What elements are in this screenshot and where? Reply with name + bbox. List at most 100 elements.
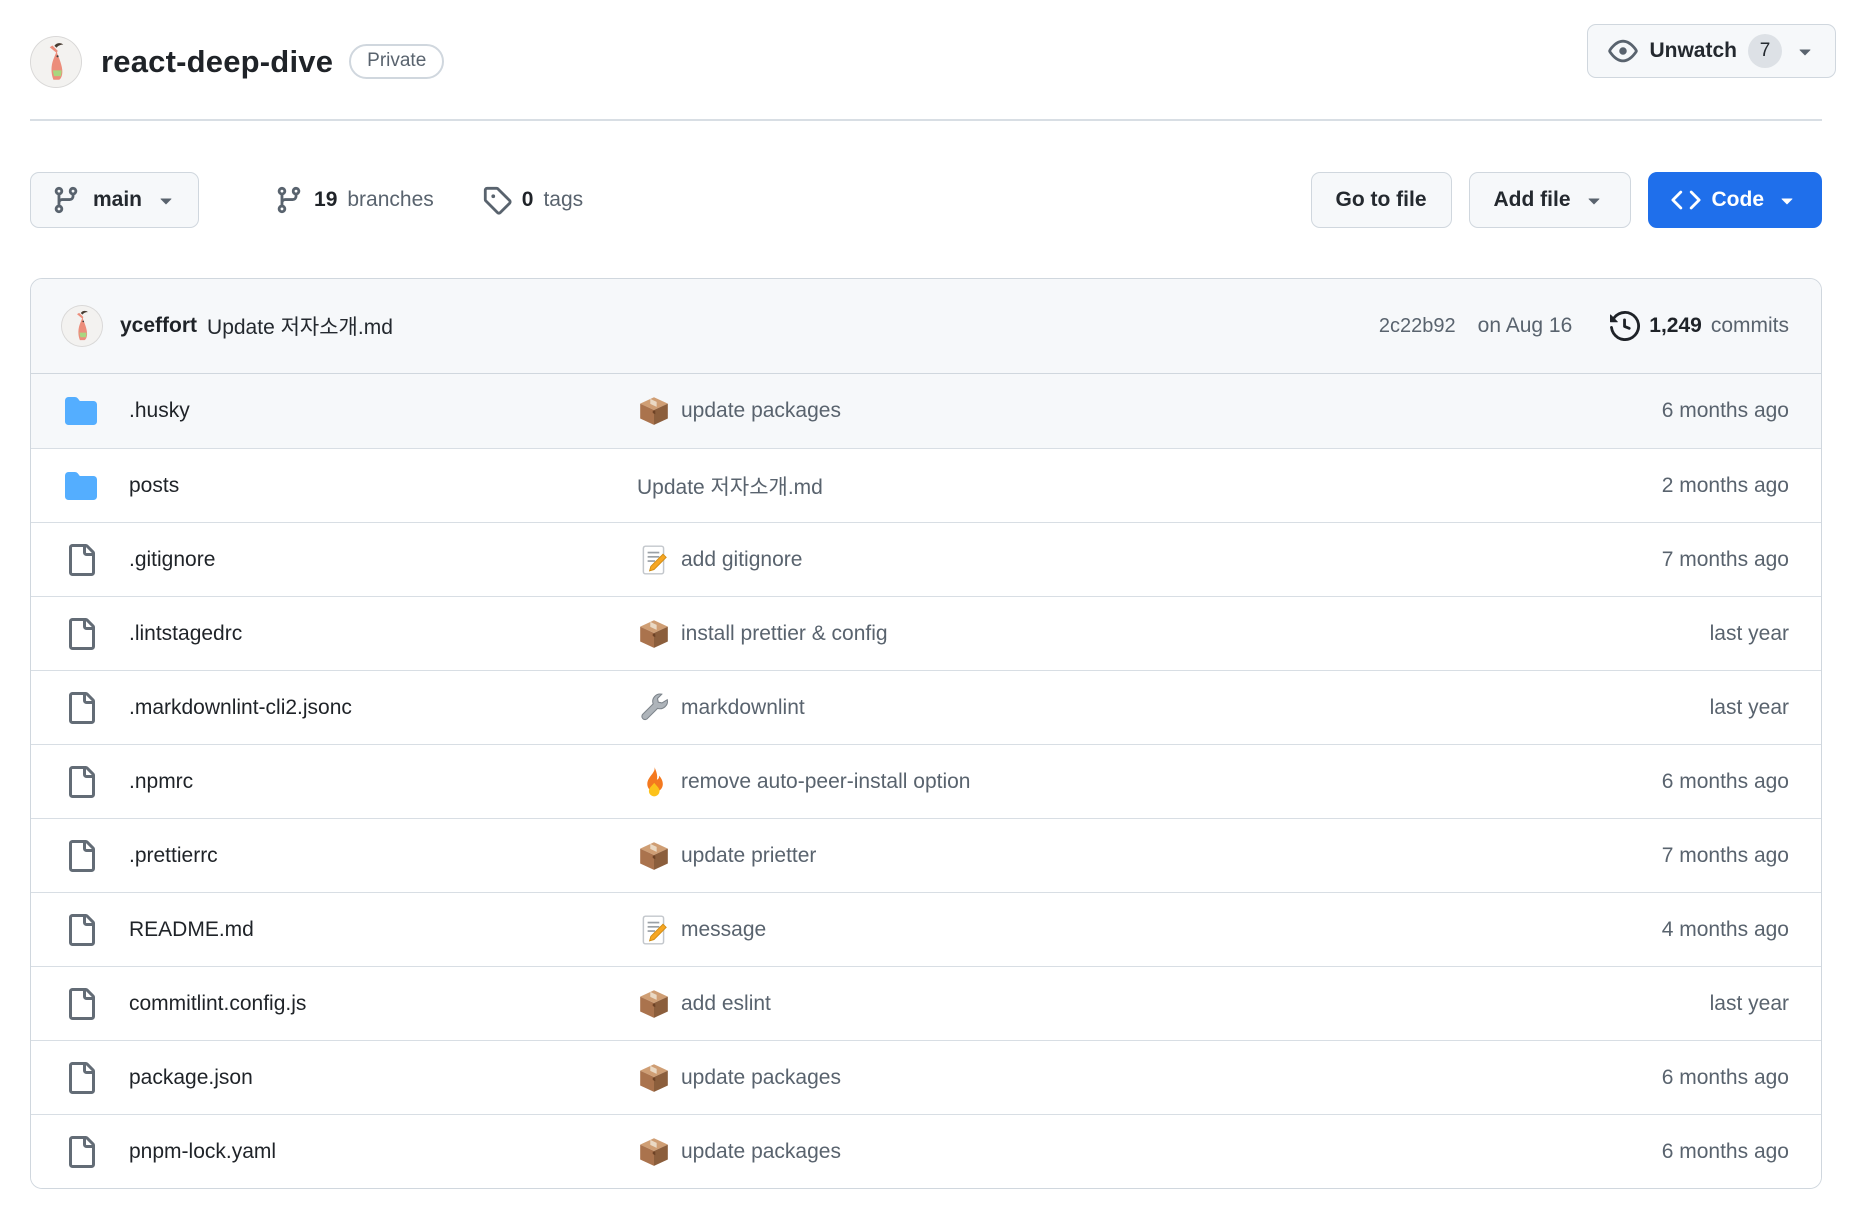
latest-commit-meta: 2c22b92 on Aug 16 1,249 commits [1379,311,1789,341]
latest-commit-message[interactable]: Update 저자소개.md [207,311,393,341]
unwatch-button[interactable]: Unwatch 7 [1587,24,1836,78]
commits-count: 1,249 [1649,314,1702,338]
branch-selector-button[interactable]: main [30,172,199,228]
branches-count: 19 [314,188,337,212]
package-emoji-icon [637,987,671,1021]
file-row[interactable]: .husky update packages 6 months ago [31,374,1821,448]
commit-message-link[interactable]: install prettier & config [681,622,888,646]
add-file-button[interactable]: Add file [1469,172,1631,228]
chevron-down-icon [1582,188,1606,212]
watch-count-badge: 7 [1748,34,1782,68]
package-emoji-icon [637,1061,671,1095]
file-name-cell: .husky [65,395,637,427]
file-name-link[interactable]: .lintstagedrc [129,622,242,646]
commit-age: last year [1527,992,1789,1016]
file-row[interactable]: pnpm-lock.yaml update packages 6 months … [31,1114,1821,1188]
file-name-link[interactable]: .npmrc [129,770,193,794]
latest-commit-bar: yceffort Update 저자소개.md 2c22b92 on Aug 1… [31,279,1821,374]
commit-message-link[interactable]: message [681,918,766,942]
file-table: yceffort Update 저자소개.md 2c22b92 on Aug 1… [30,278,1822,1189]
file-name-link[interactable]: commitlint.config.js [129,992,306,1016]
code-label: Code [1712,188,1765,212]
commit-message-cell: remove auto-peer-install option [637,765,1527,799]
commit-date: on Aug 16 [1478,314,1573,338]
file-icon [65,692,97,724]
commit-message-cell: message [637,913,1527,947]
commit-message-link[interactable]: markdownlint [681,696,805,720]
file-name-link[interactable]: package.json [129,1066,253,1090]
file-name-cell: .markdownlint-cli2.jsonc [65,692,637,724]
folder-icon [65,395,97,427]
file-row[interactable]: .npmrc remove auto-peer-install option 6… [31,744,1821,818]
chevron-down-icon[interactable] [1793,39,1817,63]
tags-count: 0 [522,188,534,212]
commit-age: 7 months ago [1527,548,1789,572]
file-name-cell: README.md [65,914,637,946]
commit-message-cell: install prettier & config [637,617,1527,651]
file-icon [65,618,97,650]
commit-age: 6 months ago [1527,1066,1789,1090]
file-icon [65,988,97,1020]
file-icon [65,914,97,946]
commit-history-link[interactable]: 1,249 commits [1610,311,1789,341]
commit-author-name[interactable]: yceffort [120,314,197,338]
commit-message-cell: update packages [637,1135,1527,1169]
file-row[interactable]: .lintstagedrc install prettier & config … [31,596,1821,670]
branches-label: branches [347,188,433,212]
file-name-link[interactable]: pnpm-lock.yaml [129,1140,276,1164]
repo-header: react-deep-dive Private Unwatch 7 [30,0,1822,121]
file-icon [65,766,97,798]
commit-message-cell: add gitignore [637,543,1527,577]
current-branch-label: main [93,188,142,212]
commit-age: 6 months ago [1527,770,1789,794]
file-name-cell: commitlint.config.js [65,988,637,1020]
file-row[interactable]: posts Update 저자소개.md 2 months ago [31,448,1821,522]
chevron-down-icon [154,188,178,212]
commit-message-cell: Update 저자소개.md [637,471,1527,501]
file-name-link[interactable]: posts [129,474,179,498]
repo-toolbar: main 19 branches 0 tags Go to file Add f… [30,172,1822,228]
code-button[interactable]: Code [1648,172,1823,228]
file-row[interactable]: .gitignore add gitignore 7 months ago [31,522,1821,596]
go-to-file-button[interactable]: Go to file [1311,172,1452,228]
commit-message-link[interactable]: add gitignore [681,548,802,572]
commit-age: last year [1527,622,1789,646]
file-row[interactable]: README.md message 4 months ago [31,892,1821,966]
commit-message-link[interactable]: update packages [681,1066,841,1090]
file-row[interactable]: commitlint.config.js add eslint last yea… [31,966,1821,1040]
eye-icon [1608,36,1638,66]
file-name-link[interactable]: .husky [129,399,190,423]
commit-message-cell: update packages [637,1061,1527,1095]
repo-page: react-deep-dive Private Unwatch 7 main 1… [30,0,1822,1189]
add-file-label: Add file [1494,188,1571,212]
commit-message-link[interactable]: update packages [681,399,841,423]
commit-age: 6 months ago [1527,1140,1789,1164]
file-name-link[interactable]: README.md [129,918,254,942]
file-icon [65,840,97,872]
commit-message-link[interactable]: update prietter [681,844,816,868]
file-name-link[interactable]: .prettierrc [129,844,218,868]
file-row[interactable]: .markdownlint-cli2.jsonc markdownlint la… [31,670,1821,744]
file-row[interactable]: package.json update packages 6 months ag… [31,1040,1821,1114]
commit-author-avatar[interactable] [61,305,103,347]
commit-message-link[interactable]: Update 저자소개.md [637,471,823,501]
commit-message-link[interactable]: remove auto-peer-install option [681,770,971,794]
tags-link[interactable]: 0 tags [482,185,583,215]
commit-age: 6 months ago [1527,399,1789,423]
commit-message-link[interactable]: update packages [681,1140,841,1164]
owner-avatar[interactable] [30,36,82,88]
file-name-link[interactable]: .markdownlint-cli2.jsonc [129,696,352,720]
package-emoji-icon [637,839,671,873]
file-name-link[interactable]: .gitignore [129,548,215,572]
package-emoji-icon [637,617,671,651]
commit-message-cell: update packages [637,394,1527,428]
tags-label: tags [543,188,583,212]
commit-message-link[interactable]: add eslint [681,992,771,1016]
fire-emoji-icon [637,765,671,799]
branches-link[interactable]: 19 branches [274,185,434,215]
file-icon [65,1062,97,1094]
commit-sha-link[interactable]: 2c22b92 [1379,315,1456,338]
folder-icon [65,470,97,502]
file-row[interactable]: .prettierrc update prietter 7 months ago [31,818,1821,892]
repo-name[interactable]: react-deep-dive [101,44,333,80]
